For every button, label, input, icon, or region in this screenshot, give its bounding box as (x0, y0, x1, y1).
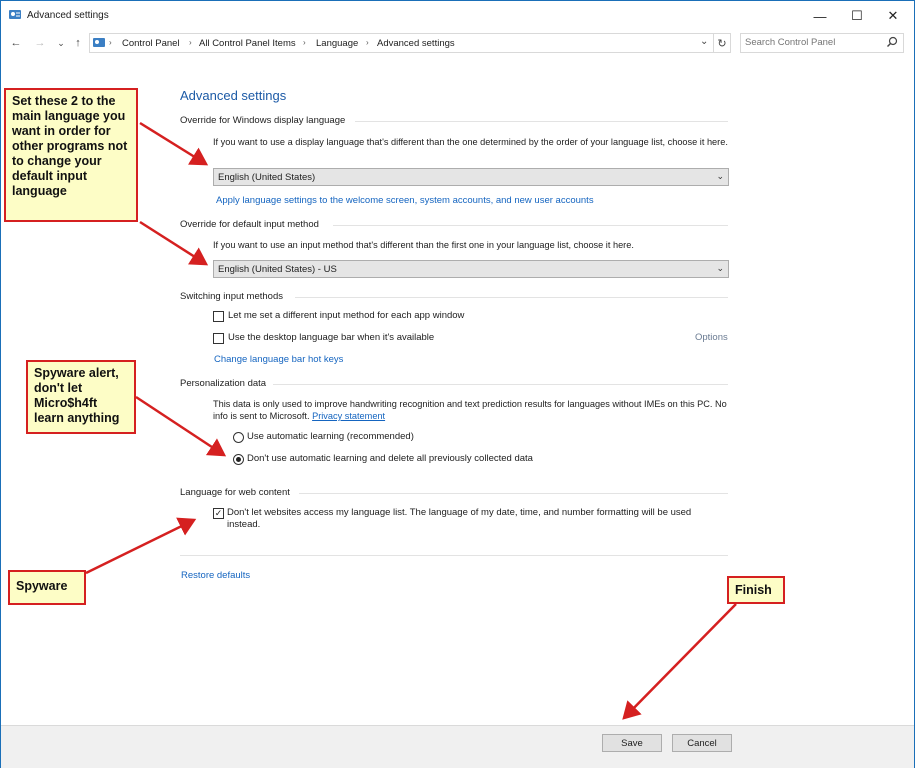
per-app-input-checkbox[interactable] (213, 311, 224, 322)
cancel-button[interactable]: Cancel (672, 734, 732, 752)
privacy-statement-link[interactable]: Privacy statement (312, 411, 385, 421)
annotation-callout-spyware-alert: Spyware alert, don't let Micro$h4ft lear… (26, 360, 136, 434)
breadcrumb-separator: › (366, 38, 369, 47)
breadcrumb-language[interactable]: Language (316, 38, 358, 49)
web-language-list-label: Don't let websites access my language li… (227, 507, 692, 530)
annotation-callout-spyware: Spyware (8, 570, 86, 605)
search-input[interactable] (745, 36, 881, 49)
use-automatic-learning-radio[interactable] (233, 432, 244, 443)
chevron-down-icon: ⌄ (716, 263, 724, 273)
address-bar[interactable]: › Control Panel › All Control Panel Item… (89, 33, 714, 53)
address-dropdown-icon[interactable]: ⌄ (700, 36, 708, 47)
breadcrumb-control-panel[interactable]: Control Panel (122, 38, 180, 49)
up-button[interactable]: ↑ (69, 34, 87, 52)
chevron-down-icon: ⌄ (716, 171, 724, 181)
save-button[interactable]: Save (602, 734, 662, 752)
apply-language-settings-link[interactable]: Apply language settings to the welcome s… (216, 195, 594, 206)
refresh-button[interactable]: ↻ (713, 33, 731, 53)
input-method-description: If you want to use an input method that'… (213, 240, 634, 250)
web-content-heading: Language for web content (180, 487, 290, 498)
switching-input-heading: Switching input methods (180, 291, 283, 302)
restore-defaults-link[interactable]: Restore defaults (181, 570, 250, 581)
section-divider (273, 384, 728, 385)
language-bar-label: Use the desktop language bar when it's a… (228, 332, 435, 343)
personalization-description: This data is only used to improve handwr… (213, 398, 733, 422)
window-title: Advanced settings (27, 10, 109, 21)
personalization-description-text: This data is only used to improve handwr… (213, 399, 727, 421)
display-language-description: If you want to use a display language th… (213, 137, 728, 147)
breadcrumb-separator: › (109, 38, 112, 47)
annotation-callout-language: Set these 2 to the main language you wan… (4, 88, 138, 222)
language-bar-options-link[interactable]: Options (695, 332, 728, 343)
close-button[interactable]: ✕ (875, 1, 911, 31)
breadcrumb-all-items[interactable]: All Control Panel Items (199, 38, 296, 49)
display-language-value: English (United States) (218, 172, 316, 183)
no-automatic-learning-label: Don't use automatic learning and delete … (247, 453, 533, 464)
input-method-value: English (United States) - US (218, 264, 337, 275)
per-app-input-label: Let me set a different input method for … (228, 310, 465, 321)
input-method-heading: Override for default input method (180, 219, 319, 230)
search-icon[interactable] (886, 36, 898, 48)
change-hotkeys-link[interactable]: Change language bar hot keys (214, 354, 343, 365)
button-bar: Save Cancel (1, 725, 914, 768)
search-box[interactable] (740, 33, 904, 53)
input-method-select[interactable]: English (United States) - US ⌄ (213, 260, 729, 278)
page-title: Advanced settings (180, 88, 287, 103)
section-divider (180, 555, 728, 556)
control-panel-icon (8, 8, 22, 22)
title-bar: Advanced settings — ☐ ✕ (1, 1, 914, 31)
checkmark-icon: ✓ (214, 508, 223, 518)
maximize-button[interactable]: ☐ (839, 1, 875, 31)
breadcrumb-advanced-settings[interactable]: Advanced settings (377, 38, 455, 49)
section-divider (333, 225, 728, 226)
use-automatic-learning-label: Use automatic learning (recommended) (247, 431, 414, 442)
personalization-heading: Personalization data (180, 378, 267, 389)
language-bar-checkbox[interactable] (213, 333, 224, 344)
display-language-select[interactable]: English (United States) ⌄ (213, 168, 729, 186)
section-divider (299, 493, 728, 494)
minimize-button[interactable]: — (802, 1, 838, 31)
back-button[interactable]: ← (7, 34, 25, 52)
web-language-list-checkbox[interactable]: ✓ (213, 508, 224, 519)
section-divider (295, 297, 728, 298)
breadcrumb-separator: › (303, 38, 306, 47)
recent-locations-button[interactable]: ⌄ (52, 34, 70, 52)
section-divider (355, 121, 728, 122)
display-language-heading: Override for Windows display language (180, 115, 346, 126)
forward-button[interactable]: → (31, 34, 49, 52)
breadcrumb-separator: › (189, 38, 192, 47)
no-automatic-learning-radio[interactable] (233, 454, 244, 465)
annotation-callout-finish: Finish (727, 576, 785, 604)
control-panel-icon (92, 36, 106, 50)
